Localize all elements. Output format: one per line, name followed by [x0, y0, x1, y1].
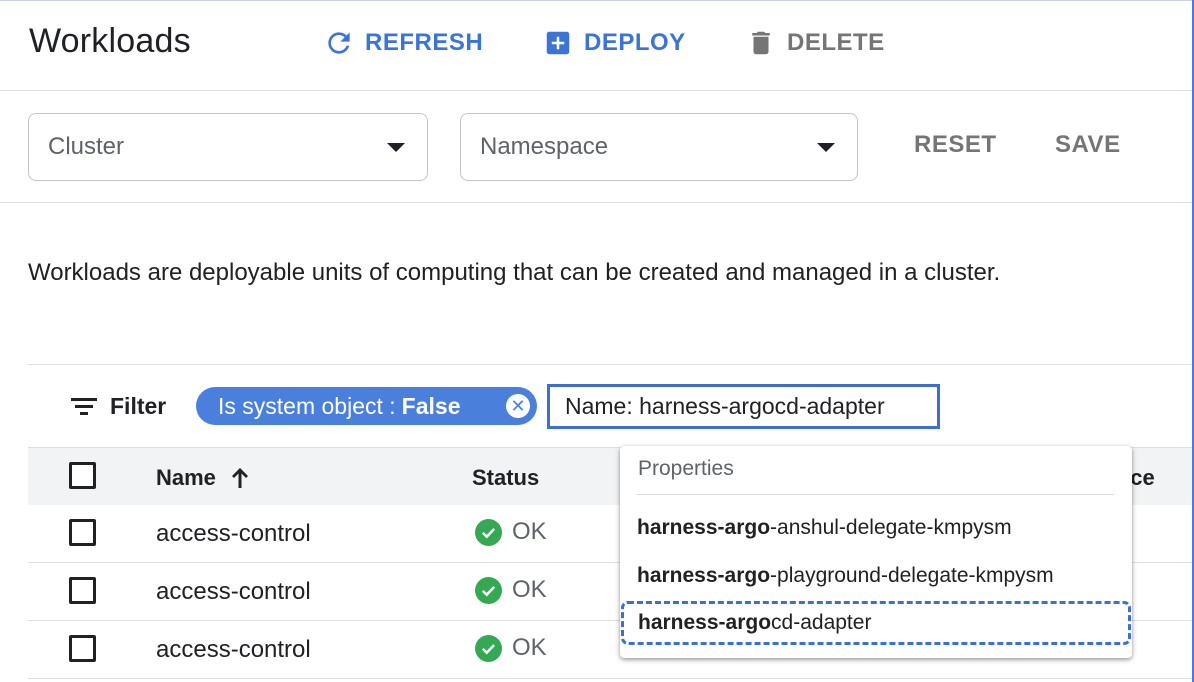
dropdown-divider [637, 494, 1114, 495]
deploy-label: DEPLOY [584, 29, 686, 56]
cluster-select-label: Cluster [48, 133, 125, 160]
row-name[interactable]: access-control [156, 520, 311, 548]
page-header: Workloads REFRESH DEPLOY DELETE [0, 0, 1192, 91]
cluster-select[interactable]: Cluster [28, 113, 428, 181]
column-header-status[interactable]: Status [472, 465, 539, 491]
filter-chip[interactable]: Is system object : False ✕ [196, 387, 537, 425]
row-checkbox[interactable] [69, 577, 96, 604]
reset-button[interactable]: RESET [914, 131, 997, 159]
check-circle-icon [475, 576, 502, 604]
status-label: OK [512, 634, 547, 661]
option-match: harness-argo [638, 611, 772, 634]
divider [28, 364, 1192, 365]
column-name-label: Name [156, 465, 216, 490]
page-title: Workloads [29, 22, 191, 60]
chevron-down-icon [387, 142, 405, 152]
row-name[interactable]: access-control [156, 636, 311, 664]
refresh-button[interactable]: REFRESH [323, 26, 483, 60]
check-circle-icon [475, 518, 502, 546]
chip-key: Is system object : [218, 392, 396, 419]
column-header-name[interactable]: Name [156, 465, 250, 491]
option-rest: -playground-delegate-kmpysm [770, 564, 1054, 587]
status-label: OK [512, 576, 547, 603]
row-status: OK [475, 576, 547, 604]
trash-icon [745, 27, 777, 59]
filter-input[interactable]: Name: harness-argocd-adapter [547, 384, 940, 429]
close-icon[interactable]: ✕ [506, 394, 530, 418]
option-match: harness-argo [637, 564, 771, 587]
dropdown-option[interactable]: harness-argo-anshul-delegate-kmpysm [637, 516, 1012, 540]
filter-label: Filter [110, 392, 167, 419]
add-box-icon [542, 27, 574, 59]
row-status: OK [475, 518, 547, 546]
row-checkbox[interactable] [69, 635, 96, 662]
row-checkbox[interactable] [69, 519, 96, 546]
arrow-up-icon [231, 468, 248, 488]
row-status: OK [475, 634, 547, 662]
row-name[interactable]: access-control [156, 578, 311, 606]
refresh-label: REFRESH [365, 29, 484, 56]
option-rest: -anshul-delegate-kmpysm [770, 516, 1012, 539]
filter-button[interactable]: Filter [70, 388, 166, 424]
autocomplete-dropdown: Properties harness-argo-anshul-delegate-… [620, 446, 1132, 658]
chevron-down-icon [817, 142, 835, 152]
filter-bar: Cluster Namespace RESET SAVE [0, 91, 1192, 203]
option-rest: cd-adapter [771, 611, 872, 634]
chip-value: False [401, 392, 461, 419]
deploy-button[interactable]: DEPLOY [542, 26, 686, 60]
filter-icon [71, 398, 97, 415]
page-description: Workloads are deployable units of comput… [28, 259, 1001, 286]
option-match: harness-argo [637, 516, 771, 539]
dropdown-option-selected[interactable]: harness-argo cd-adapter [621, 601, 1131, 645]
select-all-checkbox[interactable] [69, 462, 96, 489]
dropdown-option[interactable]: harness-argo-playground-delegate-kmpysm [637, 564, 1054, 588]
delete-label: DELETE [787, 29, 885, 56]
delete-button[interactable]: DELETE [745, 26, 885, 60]
status-label: OK [512, 518, 547, 545]
refresh-icon [323, 27, 355, 59]
filter-input-value: Name: harness-argocd-adapter [565, 393, 885, 419]
check-circle-icon [475, 634, 502, 662]
namespace-select-label: Namespace [480, 133, 609, 160]
dropdown-header: Properties [638, 457, 734, 480]
namespace-select[interactable]: Namespace [460, 113, 858, 181]
save-button[interactable]: SAVE [1055, 131, 1121, 159]
